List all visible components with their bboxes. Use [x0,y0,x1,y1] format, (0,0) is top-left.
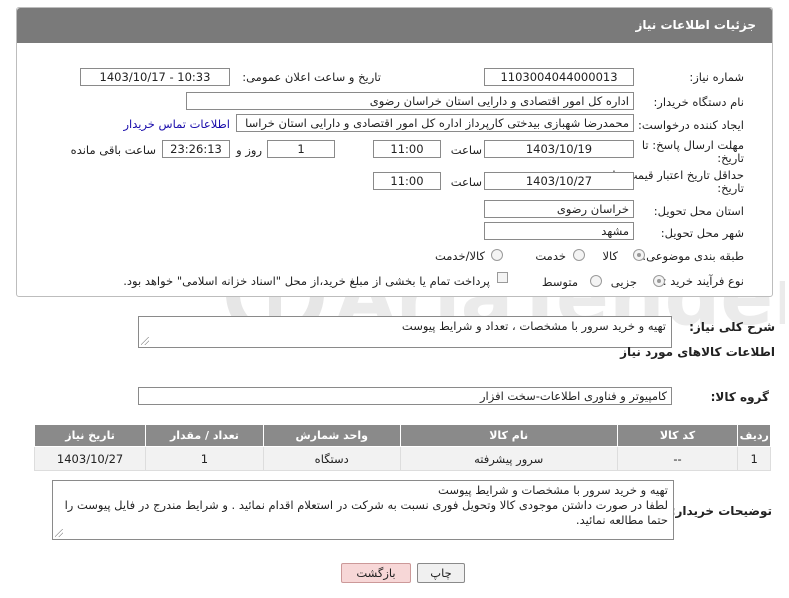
cell-need-date: 1403/10/27 [33,446,147,471]
validity-time-field: 11:00 [373,172,441,190]
goods-group-field: کامپیوتر و فناوری اطلاعات-سخت افزار [138,387,672,405]
category-option-goods-service: کالا/خدمت [434,249,485,263]
table-header-row: ردیف کد کالا نام کالا واحد شمارش تعداد /… [33,424,771,447]
creator-field: محمدرضا شهبازی بیدختی کارپرداز اداره کل … [236,114,634,132]
announce-field: 1403/10/17 - 10:33 [80,68,230,86]
col-item-name: نام کالا [399,424,618,447]
buyer-contact-link[interactable]: اطلاعات تماس خریدار [123,117,230,131]
treasury-payment-note: پرداخت تمام یا بخشی از مبلغ خرید،از محل … [123,274,490,288]
need-number-field: 1103004044000013 [484,68,634,86]
panel-header: جزئیات اطلاعات نیاز [17,8,772,43]
cell-unit: دستگاه [262,446,401,471]
category-label: طبقه بندی موضوعی: [642,249,744,263]
process-label: نوع فرآیند خرید : [662,274,744,288]
goods-section-title: اطلاعات کالاهای مورد نیاز [620,345,775,359]
buyer-notes-line: تهیه و خرید سرور با مشخصات و شرایط پیوست [438,483,668,497]
process-option-minor: جزیی [610,275,637,289]
category-option-service: خدمت [535,249,566,263]
announce-label: تاریخ و ساعت اعلان عمومی: [242,70,381,84]
panel-title: جزئیات اطلاعات نیاز [635,18,756,32]
goods-table: ردیف کد کالا نام کالا واحد شمارش تعداد /… [33,424,771,471]
buyer-notes-line: لطفا در صورت داشتن موجودی کالا وتحویل فو… [64,498,668,512]
summary-label: شرح کلی نیاز: [689,320,775,334]
treasury-payment-checkbox[interactable] [497,272,508,283]
category-radio-goods[interactable] [633,249,645,261]
col-need-date: تاریخ نیاز [33,424,147,447]
deadline-date-field: 1403/10/19 [484,140,634,158]
buyer-notes-field: تهیه و خرید سرور با مشخصات و شرایط پیوست… [52,480,674,540]
category-radio-goods-service[interactable] [491,249,503,261]
day-and-label: روز و [236,143,262,157]
goods-group-label: گروه کالا: [710,390,769,404]
table-row: 1 -- سرور پیشرفته دستگاه 1 1403/10/27 [33,446,771,471]
need-number-label: شماره نیاز: [689,70,744,84]
process-option-medium: متوسط [541,275,578,289]
process-radio-minor[interactable] [653,275,665,287]
validity-time-label: ساعت [450,175,482,189]
buyer-notes-line: حتما مطالعه نمائید. [575,513,668,527]
deadline-label: مهلت ارسال پاسخ: تا [641,138,744,152]
summary-text: تهیه و خرید سرور با مشخصات ، تعداد و شرا… [401,319,666,333]
cell-row-number: 1 [737,446,771,471]
validity-date-field: 1403/10/27 [484,172,634,190]
buyer-notes-label: توضیحات خریدار: [670,504,772,518]
category-radio-service[interactable] [573,249,585,261]
col-row-number: ردیف [737,424,771,447]
buyer-field: اداره کل امور اقتصادی و دارایی استان خرا… [186,92,634,110]
summary-field: تهیه و خرید سرور با مشخصات ، تعداد و شرا… [138,316,672,348]
deadline-time-label: ساعت [450,143,482,157]
remaining-time-field: 23:26:13 [162,140,230,158]
province-label: استان محل تحویل: [653,204,744,218]
buyer-label: نام دستگاه خریدار: [653,95,744,109]
col-quantity: تعداد / مقدار [145,424,264,447]
days-remaining-field: 1 [267,140,335,158]
cell-item-code: -- [616,446,739,471]
cell-quantity: 1 [145,446,264,471]
category-option-goods: کالا [602,249,618,263]
city-field: مشهد [484,222,634,240]
col-unit: واحد شمارش [262,424,401,447]
resize-handle-icon[interactable] [141,337,149,345]
back-button[interactable]: بازگشت [341,563,411,583]
remaining-suffix: ساعت باقی مانده [70,143,156,157]
print-button[interactable]: چاپ [417,563,465,583]
resize-handle-icon[interactable] [55,529,63,537]
cell-item-name: سرور پیشرفته [399,446,618,471]
province-field: خراسان رضوی [484,200,634,218]
validity-label-date: تاریخ: [717,181,744,195]
col-item-code: کد کالا [616,424,739,447]
deadline-time-field: 11:00 [373,140,441,158]
creator-label: ایجاد کننده درخواست: [638,118,744,132]
city-label: شهر محل تحویل: [660,226,744,240]
deadline-label-date: تاریخ: [717,151,744,165]
process-radio-medium[interactable] [590,275,602,287]
